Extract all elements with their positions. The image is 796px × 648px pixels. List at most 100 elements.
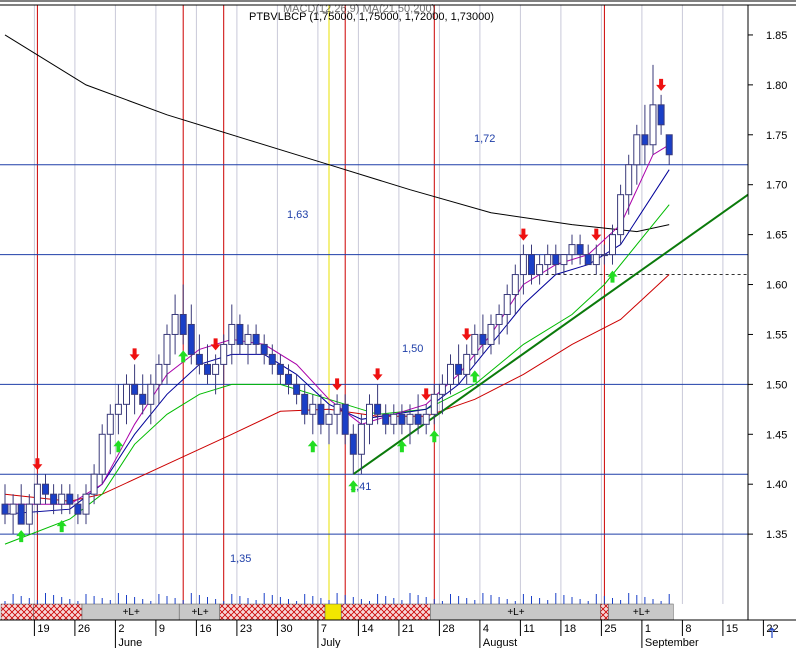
candle-body	[511, 274, 519, 296]
candle-body	[438, 383, 446, 395]
candle-body	[163, 333, 171, 365]
x-tick-label: 26	[78, 623, 90, 635]
candle-body	[382, 413, 390, 425]
month-label: August	[483, 637, 517, 648]
candle-body	[236, 323, 244, 345]
x-tick-label: 28	[442, 623, 454, 635]
sell-signal-arrow	[421, 388, 432, 401]
x-tick-label: 15	[726, 623, 738, 635]
candle-body	[609, 234, 616, 256]
candle-body	[617, 194, 625, 236]
candle-body	[155, 363, 163, 385]
chart-canvas: 1,351,411,501,631,72 +L+ +L+ +L+ +L+ 1.351.…	[0, 0, 796, 648]
candle-body	[349, 433, 357, 455]
candle-body	[398, 413, 406, 425]
month-label: September	[645, 637, 699, 648]
band-label: +L+	[191, 607, 208, 618]
candle-body	[657, 104, 665, 126]
buy-signal-arrow	[307, 440, 318, 453]
candle-body	[600, 254, 608, 257]
candle-body	[625, 164, 633, 196]
y-tick-label: 1.65	[766, 230, 787, 242]
y-tick-label: 1.55	[766, 329, 787, 341]
x-tick-label: 4	[483, 623, 489, 635]
candle-body	[544, 254, 552, 266]
y-tick-label: 1.80	[766, 80, 787, 92]
candle-body	[212, 363, 220, 375]
level-label: 1,63	[287, 209, 308, 221]
x-tick-label: 11	[523, 623, 534, 635]
candle-body	[131, 383, 139, 395]
buy-signal-arrow	[16, 530, 27, 543]
candle-body	[592, 254, 600, 266]
candle-body	[665, 134, 673, 156]
sell-signal-arrow	[332, 378, 343, 391]
candle-body	[341, 403, 349, 435]
sell-signal-arrow	[591, 228, 602, 241]
candle-body	[325, 413, 333, 425]
candle-body	[114, 403, 122, 415]
sell-signal-arrow	[461, 328, 472, 341]
candle-body	[317, 403, 325, 425]
candle-body	[17, 503, 25, 525]
candle-body	[519, 254, 527, 276]
candle-body	[301, 393, 309, 415]
candle-body	[390, 413, 398, 425]
month-label: June	[118, 637, 142, 648]
candle-body	[479, 333, 487, 345]
candle-body	[422, 413, 430, 425]
candle-body	[560, 254, 568, 266]
candle-body	[58, 493, 66, 505]
candle-body	[487, 323, 495, 345]
signals	[16, 78, 667, 543]
candle-body	[50, 493, 58, 505]
y-tick-label: 1.35	[766, 529, 787, 541]
sell-signal-arrow	[656, 78, 667, 91]
candle-body	[528, 254, 535, 276]
candle-body	[179, 313, 187, 335]
candle-body	[220, 343, 228, 365]
event-lines	[36, 5, 605, 604]
x-tick-label: 9	[159, 623, 165, 635]
candle-body	[568, 244, 576, 256]
candle-body	[633, 134, 641, 166]
candle-body	[90, 473, 98, 495]
band-segment	[219, 603, 326, 621]
candle-body	[333, 403, 341, 415]
candle-body	[641, 134, 649, 146]
x-tick-label: 7	[321, 623, 327, 635]
x-tick-label: 25	[604, 623, 616, 635]
candle-body	[495, 313, 503, 325]
y-tick-label: 1.85	[766, 30, 787, 42]
candles	[1, 64, 673, 535]
candle-body	[171, 313, 179, 335]
grid	[33, 5, 724, 604]
candle-body	[187, 323, 195, 355]
scroll-up-icon[interactable]: ↑	[765, 626, 779, 642]
candle-body	[366, 403, 373, 425]
month-label: July	[321, 637, 341, 648]
candle-body	[195, 353, 203, 365]
candle-body	[25, 503, 33, 525]
x-tick-label: 8	[685, 623, 691, 635]
buy-signal-arrow	[56, 520, 67, 533]
candle-body	[584, 254, 592, 266]
candle-body	[1, 503, 9, 515]
band-segment	[340, 603, 431, 621]
candle-body	[309, 403, 317, 415]
level-label: 1,50	[402, 343, 423, 355]
candle-body	[276, 363, 284, 375]
buy-signal-arrow	[178, 350, 189, 363]
moving-average-line	[4, 34, 670, 233]
axes: 1.35 1.40 1.45 1.50 1.55 1.60 1.65 1.70 1.75 1.80…	[0, 0, 796, 648]
x-tick-label: 14	[361, 623, 373, 635]
x-tick-label: 16	[199, 623, 211, 635]
y-tick-label: 1.40	[766, 479, 787, 491]
y-tick-label: 1.70	[766, 180, 787, 192]
candle-body	[471, 333, 479, 355]
trendline	[352, 193, 749, 476]
candle-body	[447, 363, 454, 385]
candle-body	[228, 323, 236, 345]
candle-body	[9, 503, 17, 515]
x-tick-label: 19	[37, 623, 49, 635]
